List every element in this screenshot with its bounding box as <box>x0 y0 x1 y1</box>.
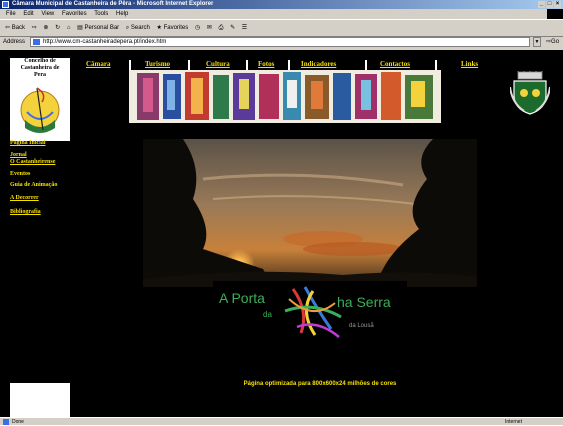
close-button[interactable]: × <box>554 1 561 8</box>
nav-separator <box>246 60 248 70</box>
mail-icon[interactable]: ✉ <box>207 25 212 31</box>
municipality-logo[interactable]: Concelho de Castanheira de Pera <box>10 58 70 141</box>
nav-camara[interactable]: Câmara <box>86 60 111 69</box>
address-dropdown-icon[interactable]: ▼ <box>533 37 541 47</box>
page-content: Concelho de Castanheira de Pera Câmara T… <box>0 50 563 417</box>
windows-logo-icon <box>547 9 563 19</box>
address-bar: Address http://www.cm-castanheiradepera.… <box>0 36 563 48</box>
window-controls: _ □ × <box>538 1 561 8</box>
nav-fotos[interactable]: Fotos <box>258 60 274 69</box>
aporta-da: da <box>263 310 272 319</box>
nav-separator <box>129 60 131 70</box>
edit-icon[interactable]: ✎ <box>230 25 235 31</box>
a-porta-da-serra-logo[interactable]: A Porta ha Serra da da Lousã <box>213 281 407 343</box>
favorites-button[interactable]: ★ Favorites <box>157 25 189 31</box>
menu-favorites[interactable]: Favorites <box>62 11 87 17</box>
sidebar-item-a-decorrer[interactable]: A Decorrer <box>10 195 39 202</box>
sidebar-item-eventos[interactable]: Eventos <box>10 171 30 178</box>
optimization-note: Página optimizada para 800x600x24 milhõe… <box>243 381 397 387</box>
logo-text: Concelho de Castanheira de Pera <box>20 58 60 78</box>
sidebar-item-o-castanheirense[interactable]: O Castanheirense <box>10 159 55 166</box>
sidebar-item-bibliografia[interactable]: Bibliografia <box>10 209 41 216</box>
status-page-icon <box>3 419 9 425</box>
sidebar-item-pagina-inicial[interactable]: Página Inicial <box>10 140 46 147</box>
discuss-icon[interactable]: ☰ <box>242 25 247 31</box>
nav-contactos[interactable]: Contactos <box>380 60 410 69</box>
top-navigation: Câmara Turismo Cultura Fotos Indicadores… <box>72 60 492 70</box>
personal-bar-button[interactable]: ▤ Personal Bar <box>77 25 119 31</box>
aporta-logo-art: A Porta ha Serra da da Lousã <box>219 286 391 338</box>
sunset-photo <box>143 139 477 287</box>
nav-links[interactable]: Links <box>461 60 478 69</box>
aporta-title-a: A Porta <box>219 290 265 306</box>
artwork-banner <box>129 70 441 123</box>
print-icon[interactable]: ⎙ <box>219 25 224 31</box>
window-title: Câmara Municipal de Castanheira de Pêra … <box>12 1 214 7</box>
menu-view[interactable]: View <box>41 11 54 17</box>
menu-help[interactable]: Help <box>116 11 128 17</box>
toolbar: ⇦ Back ⇨ ⊗ ↻ ⌂ ▤ Personal Bar ⌕ Search ★… <box>0 19 563 37</box>
menu-file[interactable]: File <box>6 11 16 17</box>
blank-panel <box>10 383 70 417</box>
minimize-button[interactable]: _ <box>538 1 545 8</box>
back-button[interactable]: ⇦ Back <box>5 25 25 31</box>
forward-button[interactable]: ⇨ <box>32 25 37 31</box>
ie-icon <box>2 1 9 8</box>
sidebar-item-guia-de-animacao[interactable]: Guia de Animação <box>10 182 57 189</box>
maximize-button[interactable]: □ <box>546 1 553 8</box>
coat-of-arms-icon <box>510 71 550 115</box>
title-bar: Câmara Municipal de Castanheira de Pêra … <box>0 0 563 9</box>
address-label: Address <box>3 39 26 45</box>
nav-separator <box>435 60 437 70</box>
home-icon[interactable]: ⌂ <box>67 25 71 31</box>
menu-tools[interactable]: Tools <box>94 11 108 17</box>
page-icon <box>33 39 40 45</box>
nav-separator <box>188 60 190 70</box>
browser-window: Câmara Municipal de Castanheira de Pêra … <box>0 0 563 425</box>
nav-turismo[interactable]: Turismo <box>145 60 170 69</box>
history-icon[interactable]: ◷ <box>195 25 200 31</box>
menu-edit[interactable]: Edit <box>23 11 33 17</box>
logo-emblem-icon <box>20 87 60 133</box>
aporta-subtitle: da Lousã <box>349 323 374 329</box>
address-url: http://www.cm-castanheiradepera.pt/index… <box>43 39 167 45</box>
stop-icon[interactable]: ⊗ <box>43 25 48 31</box>
search-button[interactable]: ⌕ Search <box>126 25 150 31</box>
nav-separator <box>365 60 367 70</box>
nav-separator <box>288 60 290 70</box>
nav-indicadores[interactable]: Indicadores <box>301 60 336 69</box>
aporta-title-b: ha Serra <box>337 294 391 310</box>
address-input[interactable]: http://www.cm-castanheiradepera.pt/index… <box>30 37 530 47</box>
nav-cultura[interactable]: Cultura <box>206 60 230 69</box>
go-button[interactable]: ⇨Go <box>546 36 559 48</box>
sidebar-item-jornal[interactable]: Jornal <box>10 152 27 159</box>
refresh-icon[interactable]: ↻ <box>55 25 60 31</box>
menu-bar: File Edit View Favorites Tools Help <box>0 9 563 19</box>
